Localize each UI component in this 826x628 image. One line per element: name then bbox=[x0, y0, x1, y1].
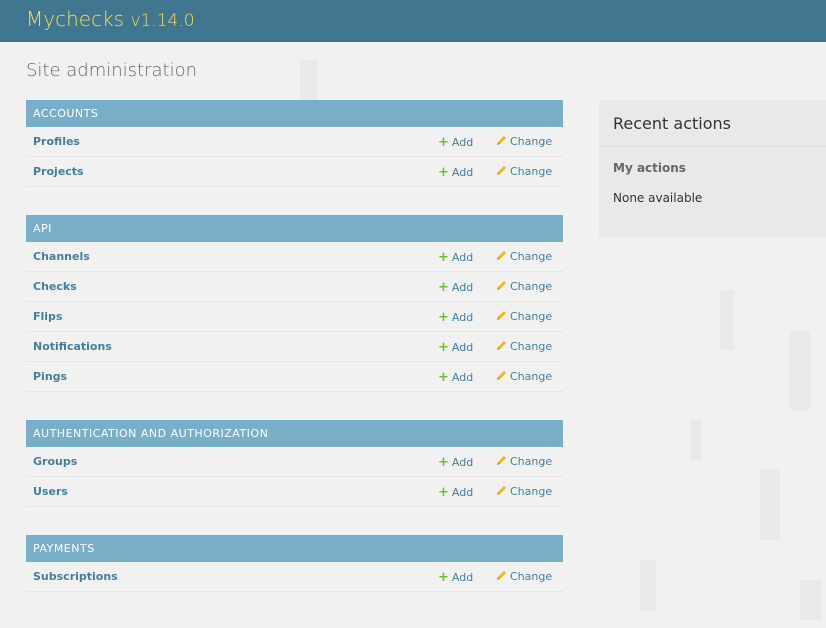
add-label: Add bbox=[451, 166, 474, 179]
add-label: Add bbox=[451, 311, 474, 324]
add-label: Add bbox=[451, 341, 474, 354]
model-row-users: Users + Add Change bbox=[26, 477, 563, 507]
model-row-projects: Projects + Add Change bbox=[26, 157, 563, 187]
add-label: Add bbox=[451, 136, 474, 149]
change-link[interactable]: Change bbox=[496, 455, 552, 468]
add-link[interactable]: + Add bbox=[438, 570, 473, 585]
change-link[interactable]: Change bbox=[496, 310, 552, 323]
change-label: Change bbox=[510, 280, 553, 293]
change-label: Change bbox=[510, 250, 553, 263]
change-label: Change bbox=[510, 455, 553, 468]
module-payments: PAYMENTS Subscriptions + Add Change bbox=[26, 535, 563, 592]
model-row-subscriptions: Subscriptions + Add Change bbox=[26, 562, 563, 592]
pencil-icon bbox=[496, 455, 507, 466]
change-link[interactable]: Change bbox=[496, 250, 552, 263]
change-link[interactable]: Change bbox=[496, 340, 552, 353]
plus-icon: + bbox=[438, 165, 449, 180]
change-link[interactable]: Change bbox=[496, 570, 552, 583]
recent-actions-title: Recent actions bbox=[599, 100, 826, 147]
model-link-checks[interactable]: Checks bbox=[33, 280, 77, 293]
page-title: Site administration bbox=[26, 60, 198, 81]
plus-icon: + bbox=[438, 135, 449, 150]
model-link-flips[interactable]: Flips bbox=[33, 310, 62, 323]
model-link-projects[interactable]: Projects bbox=[33, 165, 84, 178]
model-link-notifications[interactable]: Notifications bbox=[33, 340, 112, 353]
pencil-icon bbox=[496, 340, 507, 351]
add-link[interactable]: + Add bbox=[438, 135, 473, 150]
pencil-icon bbox=[496, 250, 507, 261]
module-authentication-and-authorization: AUTHENTICATION AND AUTHORIZATION Groups + A… bbox=[26, 420, 563, 507]
module-accounts: ACCOUNTS Profiles + Add Change Projects + Add Ch… bbox=[26, 100, 563, 187]
brand-version: v1.14.0 bbox=[130, 11, 195, 31]
model-link-pings[interactable]: Pings bbox=[33, 370, 67, 383]
add-label: Add bbox=[451, 371, 474, 384]
plus-icon: + bbox=[438, 485, 449, 500]
change-label: Change bbox=[510, 310, 553, 323]
pencil-icon bbox=[496, 310, 507, 321]
brand-name: Mychecks bbox=[26, 7, 125, 31]
site-branding[interactable]: Mychecks v1.14.0 bbox=[26, 7, 195, 31]
change-label: Change bbox=[510, 370, 553, 383]
model-link-channels[interactable]: Channels bbox=[33, 250, 90, 263]
plus-icon: + bbox=[438, 250, 449, 265]
change-label: Change bbox=[510, 340, 553, 353]
change-link[interactable]: Change bbox=[496, 485, 552, 498]
add-label: Add bbox=[451, 456, 474, 469]
pencil-icon bbox=[496, 135, 507, 146]
recent-actions-empty: None available bbox=[613, 191, 703, 205]
model-link-groups[interactable]: Groups bbox=[33, 455, 77, 468]
add-link[interactable]: + Add bbox=[438, 340, 473, 355]
model-row-pings: Pings + Add Change bbox=[26, 362, 563, 392]
pencil-icon bbox=[496, 485, 507, 496]
pencil-icon bbox=[496, 165, 507, 176]
add-link[interactable]: + Add bbox=[438, 250, 473, 265]
add-label: Add bbox=[451, 486, 474, 499]
plus-icon: + bbox=[438, 310, 449, 325]
pencil-icon bbox=[496, 280, 507, 291]
model-row-channels: Channels + Add Change bbox=[26, 242, 563, 272]
add-link[interactable]: + Add bbox=[438, 485, 473, 500]
model-link-users[interactable]: Users bbox=[33, 485, 68, 498]
add-link[interactable]: + Add bbox=[438, 280, 473, 295]
app-list: ACCOUNTS Profiles + Add Change Projects + Add Ch… bbox=[26, 100, 563, 620]
plus-icon: + bbox=[438, 280, 449, 295]
change-label: Change bbox=[510, 570, 553, 583]
change-link[interactable]: Change bbox=[496, 280, 552, 293]
model-row-groups: Groups + Add Change bbox=[26, 447, 563, 477]
site-header: Mychecks v1.14.0 bbox=[0, 0, 826, 42]
model-row-flips: Flips + Add Change bbox=[26, 302, 563, 332]
module-caption[interactable]: API bbox=[26, 215, 563, 242]
module-caption[interactable]: PAYMENTS bbox=[26, 535, 563, 562]
model-link-subscriptions[interactable]: Subscriptions bbox=[33, 570, 118, 583]
module-api: API Channels + Add Change Checks + Add Change Fli… bbox=[26, 215, 563, 392]
change-link[interactable]: Change bbox=[496, 370, 552, 383]
change-link[interactable]: Change bbox=[496, 135, 552, 148]
plus-icon: + bbox=[438, 455, 449, 470]
recent-actions-panel: Recent actions My actions None available bbox=[599, 100, 826, 237]
plus-icon: + bbox=[438, 370, 449, 385]
my-actions-heading: My actions bbox=[613, 161, 686, 175]
model-link-profiles[interactable]: Profiles bbox=[33, 135, 80, 148]
plus-icon: + bbox=[438, 570, 449, 585]
pencil-icon bbox=[496, 570, 507, 581]
add-link[interactable]: + Add bbox=[438, 165, 473, 180]
add-link[interactable]: + Add bbox=[438, 310, 473, 325]
add-label: Add bbox=[451, 251, 474, 264]
add-link[interactable]: + Add bbox=[438, 370, 473, 385]
model-row-profiles: Profiles + Add Change bbox=[26, 127, 563, 157]
add-label: Add bbox=[451, 571, 474, 584]
change-label: Change bbox=[510, 485, 553, 498]
plus-icon: + bbox=[438, 340, 449, 355]
pencil-icon bbox=[496, 370, 507, 381]
add-link[interactable]: + Add bbox=[438, 455, 473, 470]
module-caption[interactable]: AUTHENTICATION AND AUTHORIZATION bbox=[26, 420, 563, 447]
add-label: Add bbox=[451, 281, 474, 294]
change-link[interactable]: Change bbox=[496, 165, 552, 178]
change-label: Change bbox=[510, 165, 553, 178]
model-row-notifications: Notifications + Add Change bbox=[26, 332, 563, 362]
module-caption[interactable]: ACCOUNTS bbox=[26, 100, 563, 127]
change-label: Change bbox=[510, 135, 553, 148]
model-row-checks: Checks + Add Change bbox=[26, 272, 563, 302]
